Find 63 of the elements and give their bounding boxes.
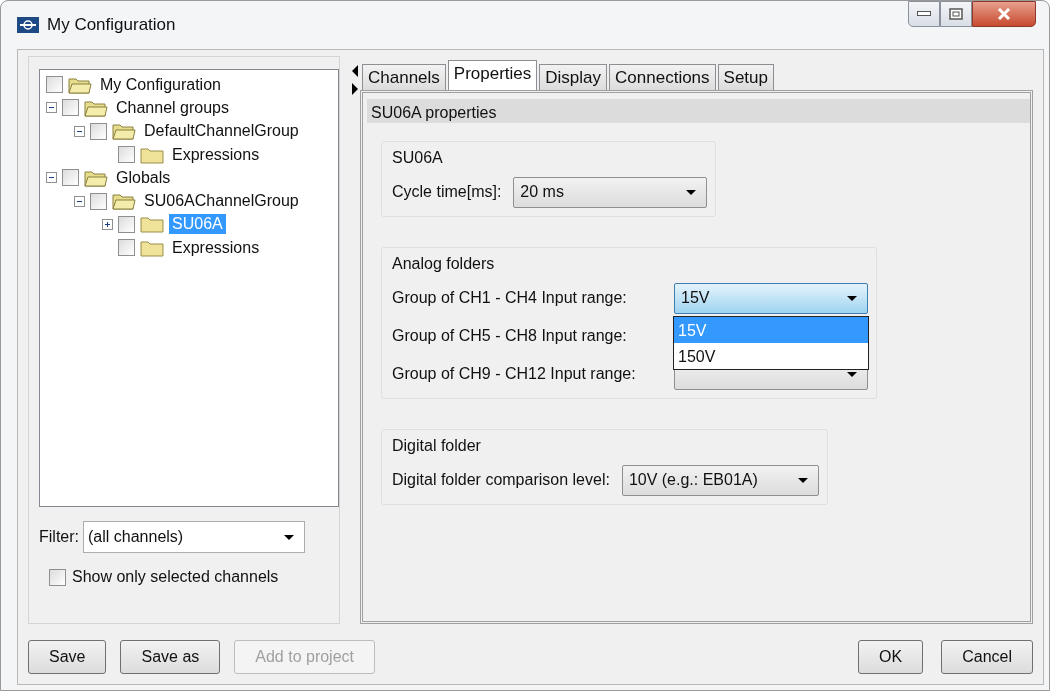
dialog-button[interactable]: Save: [28, 640, 107, 674]
checkbox[interactable]: [62, 99, 79, 117]
checkbox[interactable]: [90, 122, 107, 140]
tab[interactable]: Properties: [447, 60, 538, 90]
checkbox[interactable]: [90, 192, 107, 210]
group-title: Analog folders: [392, 254, 496, 274]
dialog-button[interactable]: Save as: [120, 640, 221, 674]
checkbox[interactable]: [118, 215, 135, 233]
app-logo-icon: [17, 17, 39, 33]
tree-item[interactable]: Globals: [113, 167, 174, 188]
maximize-button[interactable]: [940, 1, 972, 27]
tree-item[interactable]: Expressions: [169, 144, 263, 165]
tree-item[interactable]: DefaultChannelGroup: [141, 121, 302, 142]
field-label: Group of CH9 - CH12 Input range:: [392, 364, 637, 384]
field-label: Group of CH5 - CH8 Input range:: [392, 326, 628, 346]
window-title: My Configuration: [47, 14, 176, 37]
filter-dropdown[interactable]: (all channels): [83, 521, 305, 553]
collapse-toggle[interactable]: [46, 102, 57, 114]
dialog-button[interactable]: Cancel: [941, 640, 1033, 674]
checkbox[interactable]: [118, 146, 135, 164]
tree-item[interactable]: SU06AChannelGroup: [141, 191, 302, 212]
dropdown-value: (all channels): [88, 527, 184, 547]
dropdown-option[interactable]: 150V: [674, 342, 868, 369]
group-title: SU06A: [392, 148, 444, 168]
checkbox[interactable]: [49, 568, 66, 586]
folder-icon: [140, 145, 164, 164]
filter-label: Filter:: [39, 527, 79, 547]
dropdown[interactable]: 10V (e.g.: EB01A): [621, 464, 819, 496]
collapse-toggle[interactable]: [74, 195, 85, 207]
tree-item[interactable]: Expressions: [169, 237, 263, 258]
folder-icon: [84, 168, 108, 187]
collapse-toggle[interactable]: [46, 172, 57, 184]
checkbox[interactable]: [46, 76, 63, 94]
folder-icon: [84, 98, 108, 117]
tree-item[interactable]: Channel groups: [113, 97, 232, 118]
expand-toggle[interactable]: [102, 218, 113, 230]
expand-right-icon[interactable]: [352, 83, 358, 95]
minimize-button[interactable]: [908, 1, 940, 27]
close-icon: [997, 8, 1011, 20]
tab[interactable]: Display: [539, 64, 608, 90]
panel-header: SU06A properties: [367, 99, 1030, 123]
dropdown[interactable]: 20 ms: [513, 176, 708, 208]
checkbox[interactable]: [118, 239, 135, 257]
tab[interactable]: Setup: [717, 64, 774, 90]
dialog-button[interactable]: OK: [858, 640, 924, 674]
folder-icon: [140, 238, 164, 257]
group-title: Digital folder: [392, 436, 482, 456]
collapse-left-icon[interactable]: [352, 65, 358, 77]
field-label: Digital folder comparison level:: [392, 470, 610, 490]
tree-item[interactable]: My Configuration: [97, 74, 224, 95]
tab[interactable]: Connections: [609, 64, 716, 90]
folder-icon: [112, 122, 136, 141]
checkbox-label: Show only selected channels: [72, 567, 279, 587]
maximize-icon: [949, 8, 963, 20]
checkbox[interactable]: [62, 169, 79, 187]
field-label: Cycle time[ms]:: [392, 182, 502, 202]
field-label: Group of CH1 - CH4 Input range:: [392, 288, 628, 308]
collapse-toggle[interactable]: [74, 125, 85, 137]
folder-icon: [112, 192, 136, 211]
minimize-icon: [917, 11, 931, 17]
tab[interactable]: Channels: [362, 64, 446, 90]
folder-icon: [140, 215, 164, 234]
close-button[interactable]: [972, 1, 1036, 27]
